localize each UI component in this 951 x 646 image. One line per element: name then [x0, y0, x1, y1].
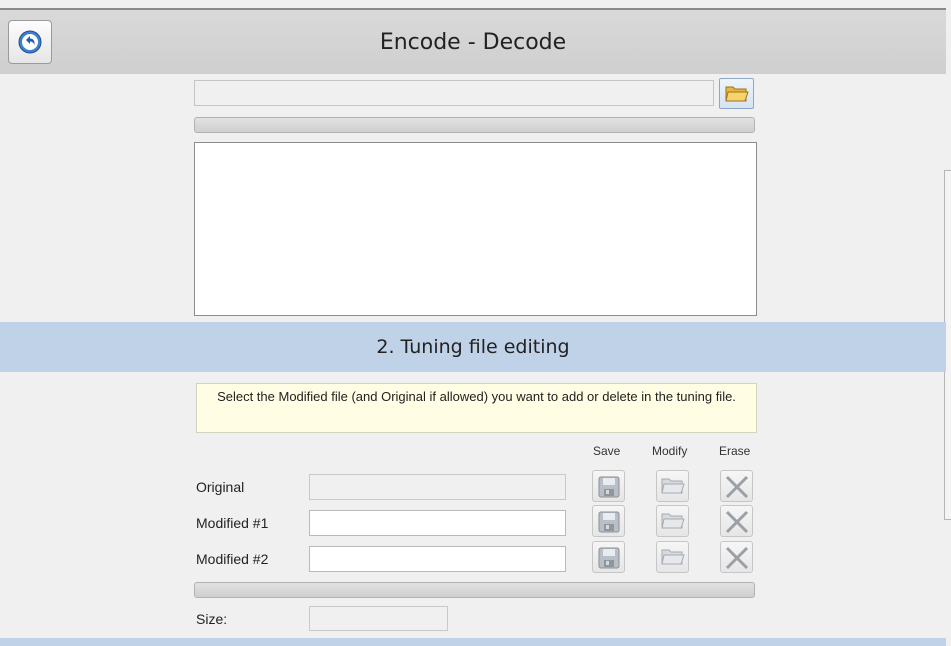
- save-column-header: Save: [593, 444, 621, 458]
- erase-x-icon: [725, 510, 749, 534]
- section-header: 2. Tuning file editing: [0, 322, 946, 372]
- original-label: Original: [196, 479, 245, 495]
- section-title: 2. Tuning file editing: [376, 336, 570, 358]
- erase-column-header: Erase: [719, 444, 751, 458]
- folder-open-icon: [725, 86, 749, 102]
- size-label: Size:: [196, 611, 228, 627]
- save-original-button[interactable]: [592, 470, 625, 502]
- save-disk-icon: [598, 547, 620, 569]
- file-progress-bar: [194, 117, 755, 133]
- folder-icon: [661, 513, 685, 529]
- output-textbox[interactable]: [194, 142, 757, 316]
- save-modified-2-button[interactable]: [592, 541, 625, 573]
- erase-modified-2-button[interactable]: [720, 541, 753, 573]
- size-field[interactable]: [309, 606, 448, 631]
- erase-original-button[interactable]: [720, 470, 753, 502]
- instruction-notice: Select the Modified file (and Original i…: [196, 383, 757, 433]
- folder-icon: [661, 549, 685, 565]
- next-section-header: [0, 638, 946, 646]
- modify-column-header: Modify: [652, 444, 688, 458]
- modified-1-file-field[interactable]: [309, 510, 566, 536]
- browse-button[interactable]: [719, 78, 754, 109]
- modify-modified-2-button[interactable]: [656, 541, 689, 573]
- save-modified-1-button[interactable]: [592, 505, 625, 537]
- title-bar: Encode - Decode: [0, 8, 946, 74]
- save-disk-icon: [598, 511, 620, 533]
- tuning-progress-bar: [194, 582, 755, 598]
- page-title: Encode - Decode: [379, 30, 567, 55]
- erase-modified-1-button[interactable]: [720, 505, 753, 537]
- modify-original-button[interactable]: [656, 470, 689, 502]
- modified-2-file-field[interactable]: [309, 546, 566, 572]
- file-path-field[interactable]: [194, 80, 714, 106]
- modified-1-label: Modified #1: [196, 515, 269, 531]
- erase-x-icon: [725, 546, 749, 570]
- save-disk-icon: [598, 476, 620, 498]
- folder-icon: [661, 478, 685, 494]
- modified-2-label: Modified #2: [196, 551, 269, 567]
- modify-modified-1-button[interactable]: [656, 505, 689, 537]
- erase-x-icon: [725, 475, 749, 499]
- original-file-field[interactable]: [309, 474, 566, 500]
